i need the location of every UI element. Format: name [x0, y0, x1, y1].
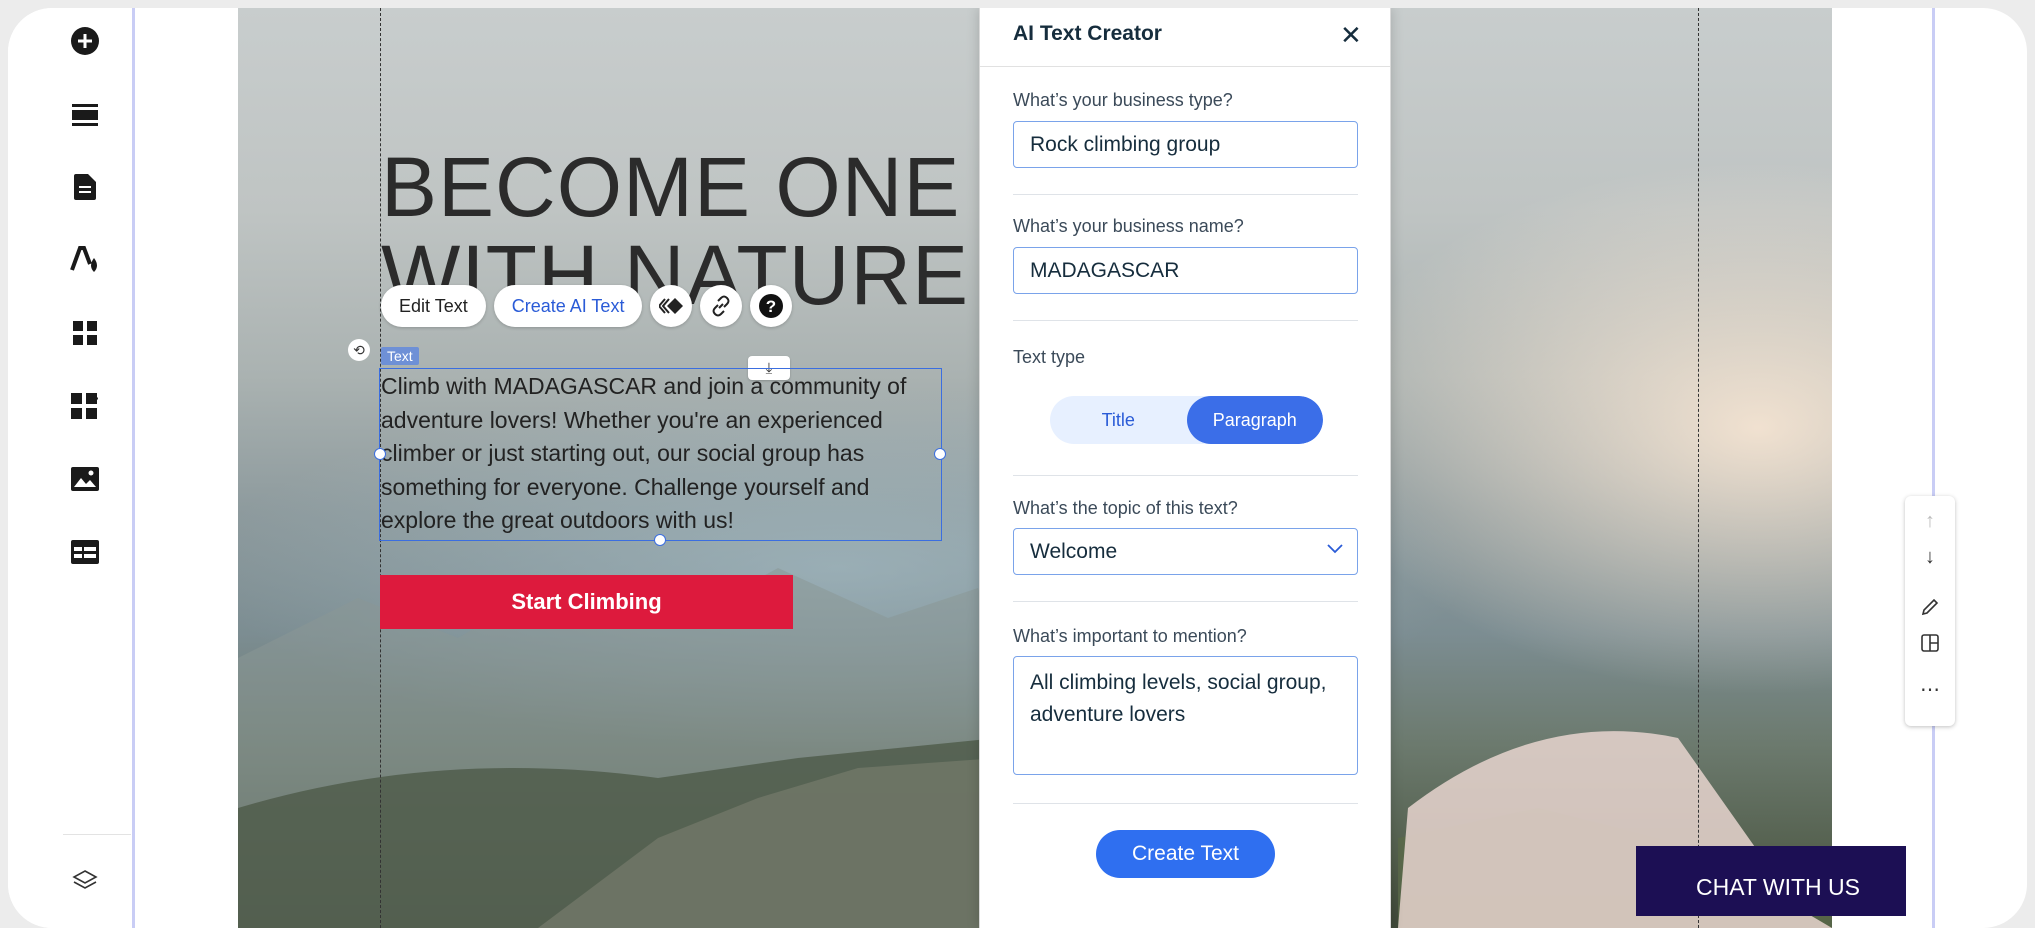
section-divider — [1013, 803, 1358, 804]
business-name-label: What’s your business name? — [1013, 216, 1244, 236]
section-divider — [1013, 601, 1358, 602]
theme-icon[interactable] — [70, 245, 100, 275]
create-ai-text-button[interactable]: Create AI Text — [493, 285, 643, 327]
text-toolbar: Edit Text Create AI Text ? — [381, 285, 793, 327]
panel-header-divider — [980, 66, 1390, 67]
left-sidebar — [8, 8, 135, 928]
layout-icon[interactable] — [1905, 628, 1955, 658]
section-tools: ↑ ↓ ⋯ — [1905, 496, 1955, 726]
close-icon[interactable]: ✕ — [1340, 20, 1362, 51]
move-up-icon[interactable]: ↑ — [1905, 506, 1955, 536]
resize-handle-right[interactable] — [934, 448, 946, 460]
editor-frame: BECOME ONE WITH NATURE Edit Text Create … — [8, 8, 2027, 928]
svg-text:?: ? — [766, 297, 776, 316]
resize-handle-left[interactable] — [374, 448, 386, 460]
business-type-label: What’s your business type? — [1013, 90, 1233, 110]
animation-icon[interactable] — [650, 285, 693, 327]
headline-line-1: BECOME ONE — [381, 140, 961, 234]
start-climbing-button[interactable]: Start Climbing — [380, 575, 793, 629]
sections-icon[interactable] — [70, 99, 100, 129]
create-text-button[interactable]: Create Text — [1096, 830, 1275, 878]
topic-label: What’s the topic of this text? — [1013, 498, 1238, 518]
add-icon[interactable] — [70, 26, 100, 56]
resize-handle-bottom[interactable] — [654, 534, 666, 546]
text-type-title-option[interactable]: Title — [1050, 396, 1187, 444]
business-type-input[interactable]: Rock climbing group — [1013, 121, 1358, 168]
section-divider — [1013, 320, 1358, 321]
sidebar-divider — [63, 834, 131, 835]
apps-icon[interactable] — [70, 318, 100, 348]
media-icon[interactable] — [70, 464, 100, 494]
text-type-label: Text type — [1013, 347, 1086, 367]
mention-label: What’s important to mention? — [1013, 626, 1247, 646]
move-down-icon[interactable]: ↓ — [1905, 542, 1955, 572]
layers-icon[interactable] — [70, 866, 100, 896]
section-divider — [1013, 194, 1358, 195]
mention-textarea[interactable]: All climbing levels, social group, adven… — [1013, 656, 1358, 775]
section-divider — [1013, 475, 1358, 476]
pages-icon[interactable] — [70, 172, 100, 202]
text-type-paragraph-option[interactable]: Paragraph — [1186, 396, 1323, 444]
selected-element-tag: Text — [381, 347, 419, 365]
more-icon[interactable]: ⋯ — [1905, 674, 1955, 704]
link-icon[interactable] — [700, 285, 743, 327]
edit-text-button[interactable]: Edit Text — [381, 285, 486, 327]
hero-paragraph[interactable]: Climb with MADAGASCAR and join a communi… — [381, 370, 941, 538]
pencil-icon[interactable] — [1905, 592, 1955, 622]
business-name-input[interactable]: MADAGASCAR — [1013, 247, 1358, 294]
text-type-toggle: Title Paragraph — [1050, 396, 1323, 444]
topic-dropdown[interactable]: Welcome — [1013, 528, 1358, 575]
guide-line-right — [1698, 8, 1699, 928]
business-apps-icon[interactable] — [70, 391, 100, 421]
help-icon[interactable]: ? — [750, 285, 793, 327]
chat-widget-button[interactable]: CHAT WITH US — [1636, 846, 1906, 916]
panel-title: AI Text Creator — [1013, 22, 1162, 45]
rotate-handle-icon[interactable]: ⟲ — [348, 339, 370, 361]
canvas-edge-line — [1932, 8, 1935, 928]
topic-selected-value: Welcome — [1030, 539, 1118, 563]
chevron-down-icon — [1327, 541, 1343, 559]
ai-text-creator-panel: AI Text Creator ✕ What’s your business t… — [979, 8, 1391, 928]
cms-icon[interactable] — [70, 537, 100, 567]
